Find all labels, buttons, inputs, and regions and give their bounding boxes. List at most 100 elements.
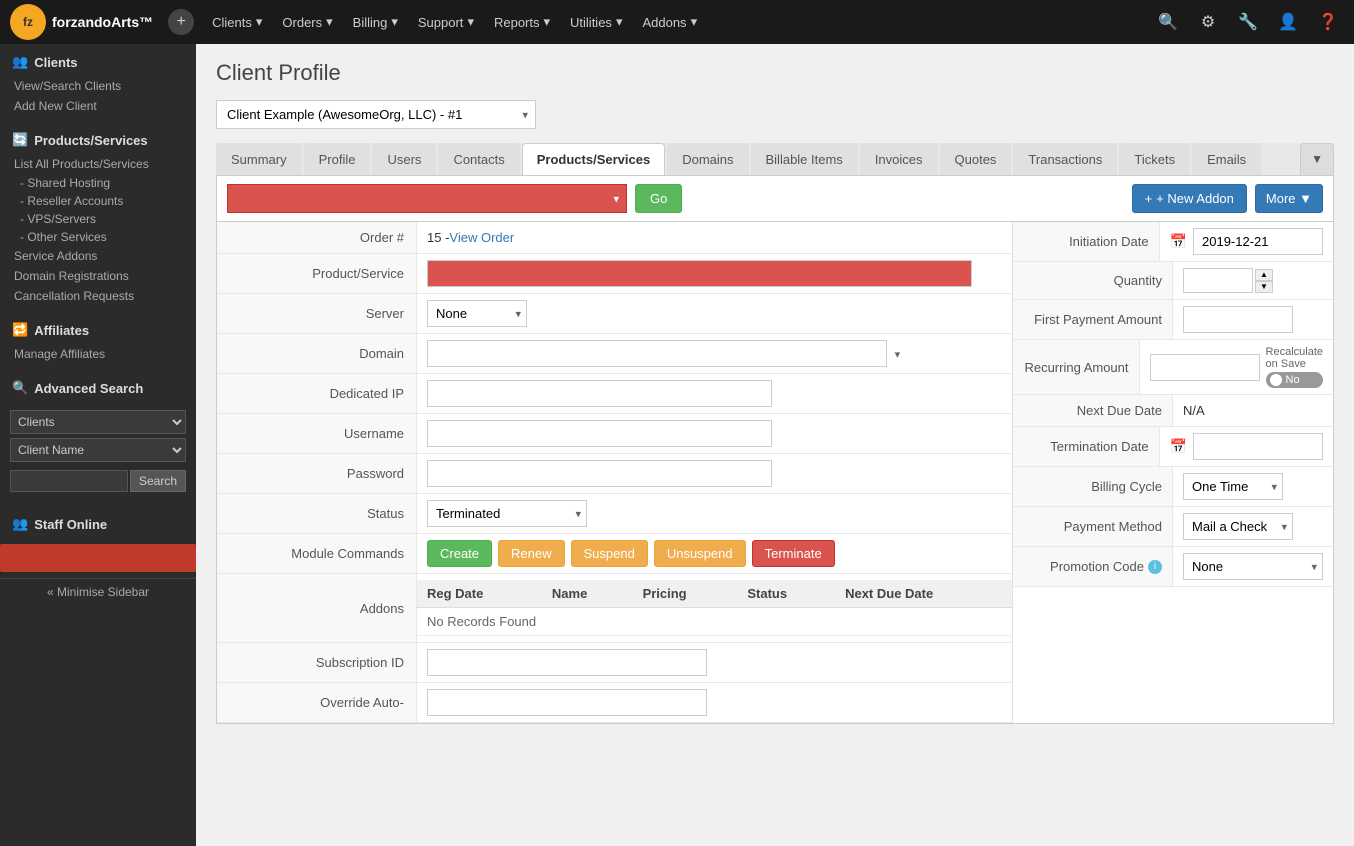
addons-th-status: Status — [737, 580, 835, 608]
settings-icon-btn[interactable]: ⚙ — [1192, 6, 1224, 38]
addons-header-row: Reg Date Name Pricing Status Next Due Da… — [417, 580, 1012, 608]
search-field-select[interactable]: Client Name — [10, 438, 186, 462]
nav-addons[interactable]: Addons ▾ — [632, 0, 707, 44]
help-icon-btn[interactable]: ❓ — [1312, 6, 1344, 38]
reports-chevron-icon: ▾ — [544, 14, 551, 30]
sidebar-advanced-search-header: 🔍 Advanced Search — [0, 370, 196, 402]
payment-method-select[interactable]: Mail a Check — [1183, 513, 1293, 540]
search-type-select[interactable]: Clients — [10, 410, 186, 434]
search-input[interactable] — [10, 470, 128, 492]
sidebar-domain-registrations[interactable]: Domain Registrations — [0, 266, 196, 286]
sidebar-add-new-client[interactable]: Add New Client — [0, 96, 196, 116]
add-button[interactable]: + — [168, 9, 194, 35]
sidebar-shared-hosting[interactable]: - Shared Hosting — [0, 174, 196, 192]
override-auto-input[interactable] — [427, 689, 707, 716]
tab-profile[interactable]: Profile — [304, 143, 371, 175]
quantity-down-button[interactable]: ▼ — [1255, 281, 1273, 293]
sidebar-vps-servers[interactable]: - VPS/Servers — [0, 210, 196, 228]
wrench-icon: 🔧 — [1238, 12, 1258, 32]
sidebar-clients-section: 👥 Clients View/Search Clients Add New Cl… — [0, 44, 196, 116]
logo[interactable]: fz forzandoArts™ — [10, 4, 153, 40]
form-columns: Order # 15 - View Order Product/Service — [217, 222, 1333, 723]
go-button[interactable]: Go — [635, 184, 682, 213]
more-button[interactable]: More ▼ — [1255, 184, 1323, 213]
user-icon: 👤 — [1278, 12, 1298, 32]
wrench-icon-btn[interactable]: 🔧 — [1232, 6, 1264, 38]
nav-utilities[interactable]: Utilities ▾ — [560, 0, 632, 44]
server-select[interactable]: None — [427, 300, 527, 327]
tab-contacts[interactable]: Contacts — [438, 143, 519, 175]
tab-summary[interactable]: Summary — [216, 143, 302, 175]
password-input[interactable] — [427, 460, 772, 487]
sidebar-manage-affiliates[interactable]: Manage Affiliates — [0, 344, 196, 364]
quantity-input[interactable]: 1 — [1183, 268, 1253, 293]
tab-domains[interactable]: Domains — [667, 143, 748, 175]
quantity-up-button[interactable]: ▲ — [1255, 269, 1273, 281]
page-title: Client Profile — [216, 60, 1334, 86]
promo-select[interactable]: None — [1183, 553, 1323, 580]
status-select[interactable]: Terminated — [427, 500, 587, 527]
product-select-wrapper: ▾ — [227, 184, 627, 213]
renew-button[interactable]: Renew — [498, 540, 564, 567]
server-value: None ▾ — [417, 294, 1012, 333]
subscription-id-row: Subscription ID — [217, 643, 1012, 683]
tab-billable-items[interactable]: Billable Items — [751, 143, 858, 175]
utilities-chevron-icon: ▾ — [616, 14, 623, 30]
create-button[interactable]: Create — [427, 540, 492, 567]
sidebar-other-services[interactable]: - Other Services — [0, 228, 196, 246]
tab-tickets[interactable]: Tickets — [1119, 143, 1190, 175]
domain-select-wrap: ▾ — [427, 340, 1002, 367]
nav-reports[interactable]: Reports ▾ — [484, 0, 560, 44]
nav-orders[interactable]: Orders ▾ — [272, 0, 342, 44]
tab-more-button[interactable]: ▼ — [1300, 143, 1334, 175]
suspend-button[interactable]: Suspend — [571, 540, 648, 567]
plus-icon: + — [1145, 191, 1153, 206]
addons-th-regdate: Reg Date — [417, 580, 542, 608]
tab-products-services[interactable]: Products/Services — [522, 143, 665, 175]
search-icon-btn[interactable]: 🔍 — [1152, 6, 1184, 38]
username-label: Username — [217, 414, 417, 453]
user-icon-btn[interactable]: 👤 — [1272, 6, 1304, 38]
tab-users[interactable]: Users — [372, 143, 436, 175]
sidebar-cancellation-requests[interactable]: Cancellation Requests — [0, 286, 196, 306]
nav-clients[interactable]: Clients ▾ — [202, 0, 272, 44]
search-icon: 🔍 — [1158, 12, 1178, 32]
sidebar-list-all[interactable]: List All Products/Services — [0, 154, 196, 174]
affiliates-icon: 🔁 — [12, 322, 28, 338]
username-input[interactable] — [427, 420, 772, 447]
dedicated-ip-input[interactable] — [427, 380, 772, 407]
recalculate-toggle[interactable]: No — [1266, 372, 1323, 388]
billing-cycle-select[interactable]: One Time — [1183, 473, 1283, 500]
tab-transactions[interactable]: Transactions — [1013, 143, 1117, 175]
product-service-select[interactable] — [427, 260, 972, 287]
product-select[interactable] — [227, 184, 627, 213]
first-payment-input[interactable]: 0.00 — [1183, 306, 1293, 333]
sidebar-view-search-clients[interactable]: View/Search Clients — [0, 76, 196, 96]
subscription-id-value — [417, 643, 1012, 682]
client-select[interactable]: Client Example (AwesomeOrg, LLC) - #1 — [216, 100, 536, 129]
nav-support[interactable]: Support ▾ — [408, 0, 484, 44]
tab-quotes[interactable]: Quotes — [940, 143, 1012, 175]
termination-date-input[interactable]: 2020-01-20 — [1193, 433, 1323, 460]
initiation-date-input[interactable] — [1193, 228, 1323, 255]
next-due-date-text: N/A — [1183, 403, 1205, 418]
search-button[interactable]: Search — [130, 470, 186, 492]
quantity-row: Quantity 1 ▲ ▼ — [1013, 262, 1333, 300]
subscription-id-label: Subscription ID — [217, 643, 417, 682]
domain-input[interactable] — [427, 340, 887, 367]
server-row: Server None ▾ — [217, 294, 1012, 334]
unsuspend-button[interactable]: Unsuspend — [654, 540, 746, 567]
first-payment-value: 0.00 — [1173, 300, 1333, 339]
service-panel: Order # 15 - View Order Product/Service — [216, 222, 1334, 724]
subscription-id-input[interactable] — [427, 649, 707, 676]
new-addon-button[interactable]: + + New Addon — [1132, 184, 1247, 213]
terminate-button[interactable]: Terminate — [752, 540, 835, 567]
tab-emails[interactable]: Emails — [1192, 143, 1261, 175]
recurring-amount-input[interactable]: 0.00 — [1150, 354, 1260, 381]
view-order-link[interactable]: View Order — [449, 230, 514, 245]
minimise-sidebar-button[interactable]: « Minimise Sidebar — [0, 578, 196, 605]
sidebar-reseller-accounts[interactable]: - Reseller Accounts — [0, 192, 196, 210]
tab-invoices[interactable]: Invoices — [860, 143, 938, 175]
sidebar-service-addons[interactable]: Service Addons — [0, 246, 196, 266]
nav-billing[interactable]: Billing ▾ — [343, 0, 408, 44]
